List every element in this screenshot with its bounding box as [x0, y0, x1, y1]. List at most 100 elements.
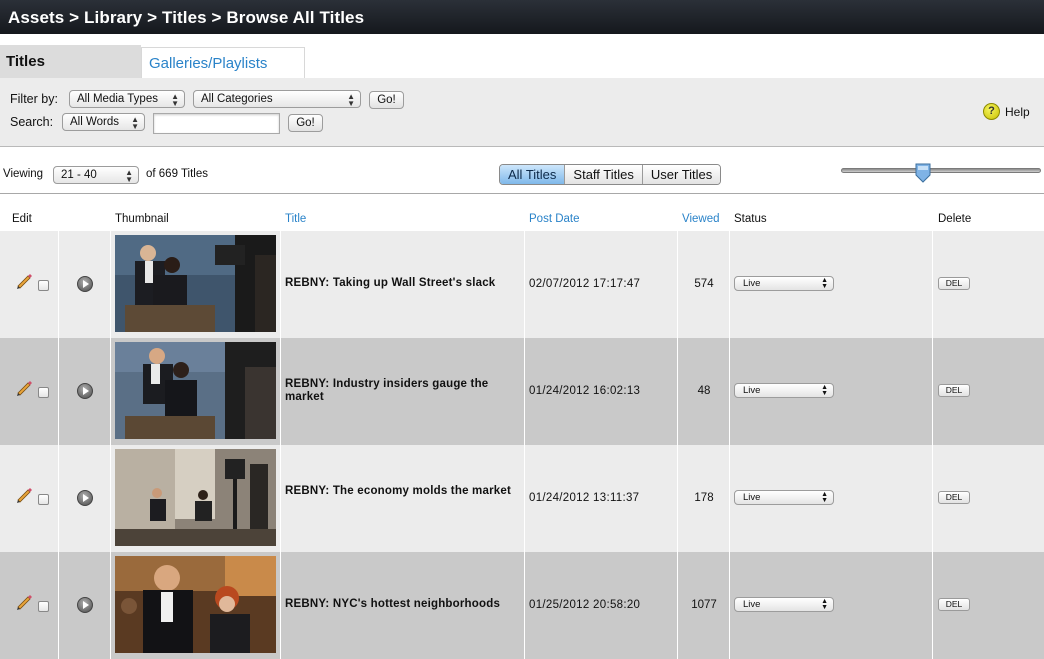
- edit-pencil-icon[interactable]: [15, 380, 33, 396]
- play-icon[interactable]: [77, 276, 93, 292]
- delete-button[interactable]: DEL: [938, 491, 970, 504]
- column-viewed-sort[interactable]: Viewed: [682, 213, 720, 225]
- select-arrows-icon: ▲ ▼: [125, 168, 133, 184]
- edit-pencil-icon[interactable]: [15, 487, 33, 503]
- row-status-value: Live: [743, 278, 761, 289]
- cell-divider: [280, 338, 281, 445]
- search-mode-select[interactable]: All Words ▲ ▼: [62, 113, 145, 131]
- tab-titles[interactable]: Titles: [0, 45, 141, 78]
- column-thumbnail: Thumbnail: [115, 213, 169, 225]
- play-icon[interactable]: [77, 490, 93, 506]
- cell-divider: [110, 338, 111, 445]
- media-type-select[interactable]: All Media Types ▲ ▼: [69, 90, 185, 108]
- cell-divider: [677, 445, 678, 552]
- table-row: REBNY: NYC's hottest neighborhoods 01/25…: [0, 552, 1044, 659]
- title-filter-segmented-control: All Titles Staff Titles User Titles: [499, 164, 722, 185]
- row-title[interactable]: REBNY: The economy molds the market: [285, 485, 520, 498]
- viewing-total: of 669 Titles: [146, 168, 209, 180]
- cell-divider: [677, 231, 678, 338]
- cell-divider: [58, 552, 59, 659]
- video-thumbnail[interactable]: [115, 235, 276, 332]
- row-status-value: Live: [743, 599, 761, 610]
- row-select-checkbox[interactable]: [38, 387, 49, 398]
- column-edit: Edit: [12, 213, 32, 225]
- row-title[interactable]: REBNY: NYC's hottest neighborhoods: [285, 598, 520, 611]
- tab-galleries-playlists[interactable]: Galleries/Playlists: [141, 47, 305, 78]
- row-title[interactable]: REBNY: Taking up Wall Street's slack: [285, 277, 520, 290]
- search-go-button[interactable]: Go!: [288, 114, 323, 132]
- filter-go-button[interactable]: Go!: [369, 91, 404, 109]
- cell-divider: [58, 231, 59, 338]
- row-select-checkbox[interactable]: [38, 494, 49, 505]
- row-viewed: 178: [694, 492, 714, 504]
- select-arrows-icon: ▲ ▼: [821, 384, 828, 397]
- row-status-select[interactable]: Live ▲ ▼: [734, 597, 834, 612]
- all-titles-button[interactable]: All Titles: [500, 165, 565, 184]
- row-select-checkbox[interactable]: [38, 601, 49, 612]
- filter-label: Filter by:: [10, 92, 58, 106]
- cell-divider: [280, 445, 281, 552]
- row-post-date: 01/25/2012 20:58:20: [529, 599, 641, 611]
- cell-divider: [729, 231, 730, 338]
- user-titles-button[interactable]: User Titles: [641, 165, 721, 184]
- row-post-date: 01/24/2012 16:02:13: [529, 385, 641, 397]
- cell-divider: [932, 231, 933, 338]
- select-arrows-icon: ▲ ▼: [131, 115, 139, 131]
- table-row: REBNY: Industry insiders gauge the marke…: [0, 338, 1044, 445]
- help-link[interactable]: Help: [1005, 105, 1030, 119]
- cell-divider: [729, 445, 730, 552]
- row-select-checkbox[interactable]: [38, 280, 49, 291]
- video-thumbnail[interactable]: [115, 556, 276, 653]
- table-row: REBNY: Taking up Wall Street's slack 02/…: [0, 231, 1044, 338]
- row-title[interactable]: REBNY: Industry insiders gauge the marke…: [285, 378, 520, 404]
- search-label: Search:: [10, 115, 54, 129]
- cell-divider: [110, 552, 111, 659]
- thumbnail-size-slider[interactable]: [841, 168, 1041, 173]
- cell-divider: [524, 231, 525, 338]
- media-type-value: All Media Types: [77, 93, 158, 105]
- delete-button[interactable]: DEL: [938, 384, 970, 397]
- cell-divider: [280, 231, 281, 338]
- delete-button[interactable]: DEL: [938, 598, 970, 611]
- video-thumbnail[interactable]: [115, 342, 276, 439]
- column-title-sort[interactable]: Title: [285, 213, 306, 225]
- viewing-range-select[interactable]: 21 - 40 ▲ ▼: [53, 166, 139, 184]
- cell-divider: [729, 552, 730, 659]
- play-icon[interactable]: [77, 597, 93, 613]
- row-status-select[interactable]: Live ▲ ▼: [734, 383, 834, 398]
- category-value: All Categories: [201, 93, 273, 105]
- cell-divider: [932, 338, 933, 445]
- cell-divider: [677, 338, 678, 445]
- select-arrows-icon: ▲ ▼: [347, 92, 355, 108]
- tab-bar: Titles Galleries/Playlists: [0, 45, 1044, 78]
- help-icon[interactable]: ?: [983, 103, 1000, 120]
- cell-divider: [58, 338, 59, 445]
- cell-divider: [729, 338, 730, 445]
- search-input[interactable]: [153, 113, 280, 134]
- category-select[interactable]: All Categories ▲ ▼: [193, 90, 361, 108]
- column-delete: Delete: [938, 213, 972, 225]
- row-post-date: 02/07/2012 17:17:47: [529, 278, 641, 290]
- delete-button[interactable]: DEL: [938, 277, 970, 290]
- cell-divider: [932, 445, 933, 552]
- edit-pencil-icon[interactable]: [15, 273, 33, 289]
- select-arrows-icon: ▲ ▼: [821, 491, 828, 504]
- cell-divider: [110, 445, 111, 552]
- search-mode-value: All Words: [70, 116, 119, 128]
- play-icon[interactable]: [77, 383, 93, 399]
- row-status-value: Live: [743, 492, 761, 503]
- viewing-range-value: 21 - 40: [61, 169, 97, 181]
- cell-divider: [524, 445, 525, 552]
- cell-divider: [524, 338, 525, 445]
- row-status-select[interactable]: Live ▲ ▼: [734, 276, 834, 291]
- select-arrows-icon: ▲ ▼: [171, 92, 179, 108]
- staff-titles-button[interactable]: Staff Titles: [564, 165, 642, 184]
- row-post-date: 01/24/2012 13:11:37: [529, 492, 640, 504]
- slider-knob[interactable]: [915, 163, 931, 183]
- video-thumbnail[interactable]: [115, 449, 276, 546]
- cell-divider: [524, 552, 525, 659]
- select-arrows-icon: ▲ ▼: [821, 277, 828, 290]
- column-post-date-sort[interactable]: Post Date: [529, 213, 580, 225]
- row-status-select[interactable]: Live ▲ ▼: [734, 490, 834, 505]
- edit-pencil-icon[interactable]: [15, 594, 33, 610]
